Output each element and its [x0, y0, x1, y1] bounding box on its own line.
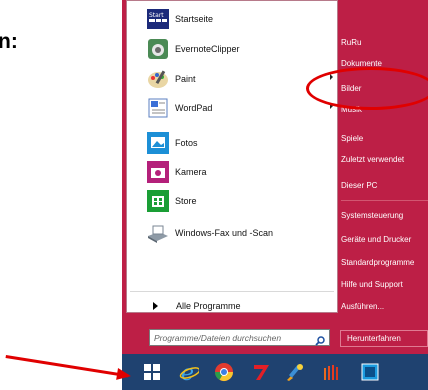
right-item-standardprogramme[interactable]: Standardprogramme — [341, 253, 414, 271]
highlight-circle — [306, 67, 428, 110]
right-item-dieser-pc[interactable]: Dieser PC — [341, 176, 377, 194]
program-label: Paint — [175, 73, 196, 84]
taskbar — [122, 354, 428, 390]
program-label: Kamera — [175, 166, 207, 177]
annotation-arrow-head — [116, 367, 132, 383]
fax-scan-icon — [147, 222, 169, 244]
all-programs-label: Alle Programme — [176, 301, 241, 311]
all-programs-button[interactable]: Alle Programme — [127, 297, 337, 315]
store-icon — [147, 189, 169, 212]
right-item-ausfuehren[interactable]: Ausführen... — [341, 297, 384, 315]
startseite-icon: Start — [147, 8, 169, 30]
search-box[interactable] — [149, 329, 330, 346]
shutdown-button[interactable]: Herunterfahren — [340, 330, 428, 347]
partial-heading-label: n: — [0, 30, 18, 53]
wordpad-icon — [147, 97, 169, 119]
program-item-store[interactable]: Store — [127, 186, 337, 215]
right-separator — [341, 200, 428, 201]
right-item-systemsteuerung[interactable]: Systemsteuerung — [341, 206, 403, 224]
right-item-ruru[interactable]: RuRu — [341, 33, 361, 51]
evernote-icon — [147, 38, 169, 60]
programs-separator — [130, 291, 334, 292]
program-label: Fotos — [175, 137, 198, 148]
play-icon — [153, 302, 158, 310]
chrome-icon[interactable] — [214, 362, 234, 382]
right-item-hilfe[interactable]: Hilfe und Support — [341, 275, 403, 293]
right-item-zuletzt[interactable]: Zuletzt verwendet — [341, 150, 404, 168]
program-item-kamera[interactable]: Kamera — [127, 157, 337, 186]
paint-brush-icon[interactable] — [285, 362, 305, 382]
program-item-fotos[interactable]: Fotos — [127, 128, 337, 157]
program-label: Windows-Fax und -Scan — [175, 227, 274, 238]
program-label: EvernoteClipper — [175, 43, 240, 54]
program-label: Startseite — [175, 13, 214, 24]
seven-icon[interactable] — [251, 362, 271, 382]
program-item-evernote[interactable]: EvernoteClipper — [127, 34, 337, 63]
internet-explorer-icon[interactable]: e — [179, 361, 199, 383]
right-item-geraete[interactable]: Geräte und Drucker — [341, 230, 411, 248]
program-item-startseite[interactable]: Start Startseite — [127, 4, 337, 33]
search-icon[interactable] — [315, 333, 325, 351]
windows-start-icon[interactable] — [142, 362, 162, 382]
bars-icon[interactable] — [322, 362, 342, 382]
program-label: WordPad — [175, 102, 213, 113]
startseite-badge: Start — [149, 12, 164, 19]
right-item-spiele[interactable]: Spiele — [341, 129, 363, 147]
paint-icon — [147, 68, 169, 90]
program-label: Store — [175, 195, 197, 206]
search-input[interactable] — [150, 332, 314, 343]
program-item-wordpad[interactable]: WordPad — [127, 93, 337, 122]
annotation-arrow — [5, 355, 129, 378]
camera-icon — [147, 160, 169, 183]
photos-icon — [147, 131, 169, 154]
app-icon[interactable] — [360, 362, 380, 382]
program-item-fax-scan[interactable]: Windows-Fax und -Scan — [127, 218, 337, 247]
